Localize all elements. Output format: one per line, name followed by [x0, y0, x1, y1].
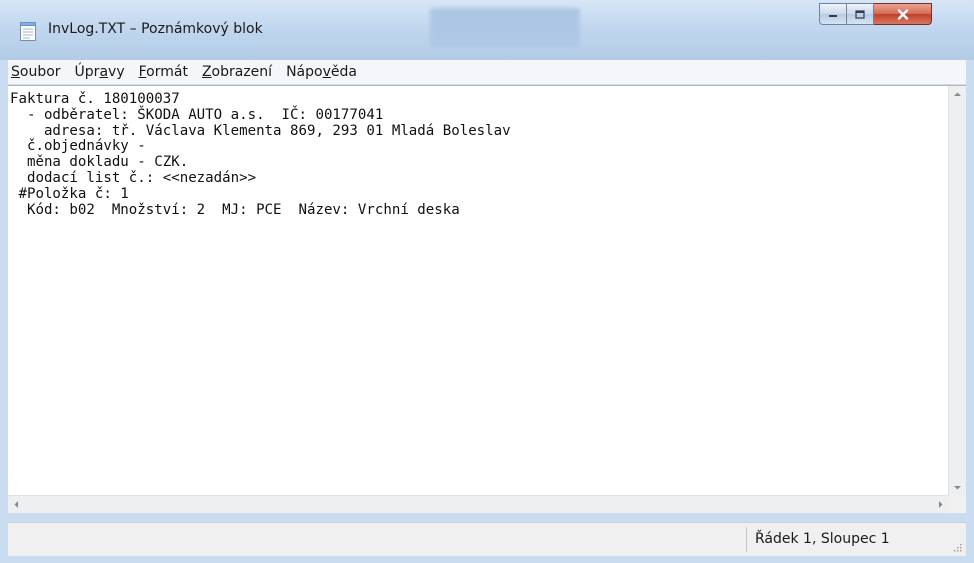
maximize-icon — [855, 9, 865, 19]
text-line: Faktura č. 180100037 — [10, 91, 180, 107]
text-line: adresa: tř. Václava Klementa 869, 293 01… — [10, 122, 511, 139]
status-separator — [746, 527, 747, 552]
menu-label-post: obrazení — [211, 64, 273, 80]
menu-item-zobrazeni[interactable]: Zobrazení — [197, 64, 281, 80]
editor-content[interactable]: Faktura č. 180100037 - odběratel: ŠKODA … — [10, 91, 511, 218]
vertical-scrollbar[interactable] — [948, 86, 966, 496]
notepad-icon[interactable] — [19, 20, 37, 42]
horizontal-scrollbar[interactable] — [8, 495, 949, 513]
menu-bar: Soubor Úpravy Formát Zobrazení Nápověda — [8, 60, 966, 85]
menu-label-pre: Úpr — [74, 64, 100, 80]
scroll-left-icon[interactable] — [8, 496, 25, 513]
text-line: - odběratel: ŠKODA AUTO a.s. IČ: 0017704… — [10, 106, 384, 123]
menu-label-accelerator: S — [11, 64, 20, 80]
close-button[interactable] — [874, 3, 932, 25]
text-line: #Položka č: 1 — [10, 185, 129, 202]
menu-item-napoveda[interactable]: Nápověda — [281, 64, 366, 80]
menu-item-format[interactable]: Formát — [134, 64, 197, 80]
minimize-icon — [829, 15, 837, 17]
scroll-down-icon[interactable] — [949, 479, 966, 496]
text-line: Kód: b02 Množství: 2 MJ: PCE Název: Vrch… — [10, 201, 460, 218]
notepad-window: InvLog.TXT – Poznámkový blok Soubor Úpra… — [0, 0, 974, 563]
window-title: InvLog.TXT – Poznámkový blok — [48, 21, 263, 37]
maximize-button[interactable] — [847, 3, 874, 25]
scrollbar-corner — [949, 496, 966, 513]
resize-grip-icon[interactable] — [952, 542, 962, 552]
menu-item-upravy[interactable]: Úpravy — [70, 64, 134, 80]
text-line: měna dokladu - CZK. — [10, 154, 189, 171]
menu-label-post: ěda — [330, 64, 357, 80]
scroll-right-icon[interactable] — [932, 496, 949, 513]
menu-label-post: ormát — [146, 64, 188, 80]
menu-label-accelerator: v — [322, 64, 331, 80]
text-line: dodací list č.: <<nezadán>> — [10, 169, 257, 186]
title-bar[interactable]: InvLog.TXT – Poznámkový blok — [0, 0, 974, 60]
cursor-position: Řádek 1, Sloupec 1 — [755, 531, 890, 547]
menu-item-soubor[interactable]: Soubor — [8, 64, 70, 80]
menu-label-post: oubor — [19, 64, 61, 80]
status-bar: Řádek 1, Sloupec 1 — [8, 522, 966, 556]
background-window-ghost — [430, 8, 580, 48]
menu-label-accelerator: Z — [201, 64, 212, 80]
scroll-up-icon[interactable] — [949, 86, 966, 103]
minimize-button[interactable] — [819, 3, 847, 25]
caption-buttons — [819, 3, 932, 25]
close-icon — [897, 8, 908, 20]
menu-label-pre: Nápo — [286, 64, 323, 80]
text-editor[interactable]: Faktura č. 180100037 - odběratel: ŠKODA … — [8, 85, 966, 513]
menu-label-post: vy — [108, 64, 125, 80]
menu-label-accelerator: a — [99, 64, 109, 80]
text-line: č.objednávky - — [10, 138, 146, 155]
